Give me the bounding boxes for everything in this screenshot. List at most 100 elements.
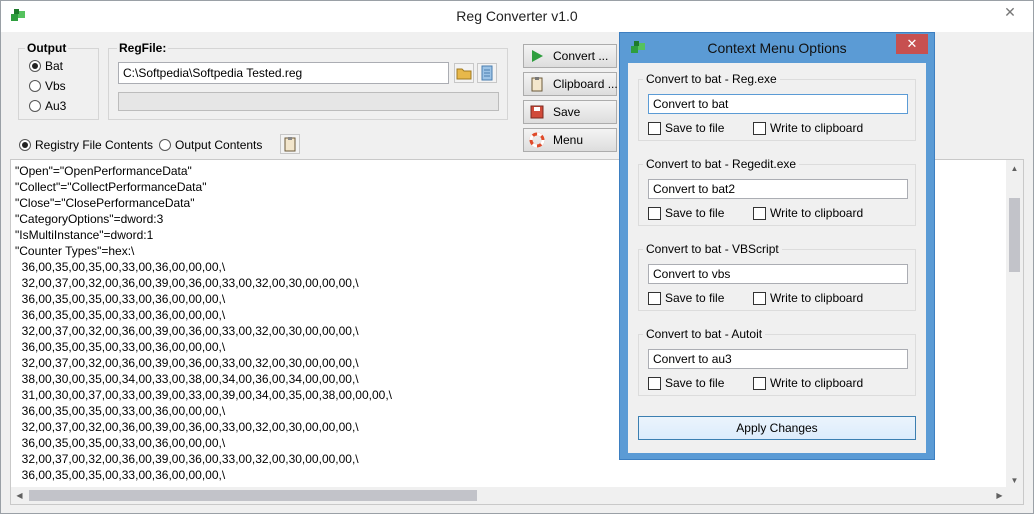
convert-button-label: Convert ... xyxy=(553,49,609,63)
checkbox-indicator[interactable] xyxy=(648,206,661,220)
horizontal-scroll-thumb[interactable] xyxy=(29,490,477,501)
code-lines: "Open"="OpenPerformanceData" "Collect"="C… xyxy=(15,163,392,483)
write-to-clipboard-checkbox[interactable]: Write to clipboard xyxy=(753,291,863,305)
code-line: 36,00,35,00,35,00,33,00,36,00,00,00,\ xyxy=(15,292,226,306)
regfile-path-input[interactable]: C:\Softpedia\Softpedia Tested.reg xyxy=(118,62,449,84)
code-line: "Open"="OpenPerformanceData" xyxy=(15,164,192,178)
code-line: 32,00,37,00,32,00,36,00,39,00,36,00,33,0… xyxy=(15,356,359,370)
vertical-scroll-thumb[interactable] xyxy=(1009,198,1020,272)
checkbox-label: Write to clipboard xyxy=(770,121,864,135)
output-legend: Output xyxy=(25,41,69,55)
checkbox-label: Write to clipboard xyxy=(770,376,864,390)
save-to-file-checkbox[interactable]: Save to file xyxy=(648,206,724,220)
menu-button-label: Menu xyxy=(553,133,584,147)
save-to-file-checkbox[interactable]: Save to file xyxy=(648,291,724,305)
radio-au3-indicator[interactable] xyxy=(29,100,41,112)
checkbox-label: Save to file xyxy=(665,206,725,220)
radio-bat-label: Bat xyxy=(45,59,64,73)
clipboard-icon xyxy=(284,137,296,152)
view-radio-output[interactable]: Output Contents xyxy=(159,138,262,152)
open-file-button[interactable] xyxy=(477,63,497,83)
code-line: 32,00,37,00,32,00,36,00,39,00,36,00,33,0… xyxy=(15,324,359,338)
output-radio-au3[interactable]: Au3 xyxy=(29,99,66,113)
title-bar: Reg Converter v1.0 ✕ xyxy=(1,1,1033,32)
code-line: 36,00,35,00,35,00,33,00,36,00,00,00,\ xyxy=(15,468,226,482)
clipboard-button-label: Clipboard ... xyxy=(553,77,618,91)
code-line: 38,00,30,00,35,00,34,00,33,00,38,00,34,0… xyxy=(15,372,359,386)
dialog-body: Convert to bat - Reg.exe Convert to bat … xyxy=(628,63,926,453)
code-line: 36,00,35,00,35,00,33,00,36,00,00,00,\ xyxy=(15,404,226,418)
save-to-file-checkbox[interactable]: Save to file xyxy=(648,376,724,390)
code-line: 31,00,30,00,37,00,33,00,39,00,33,00,39,0… xyxy=(15,388,392,402)
copy-contents-button[interactable] xyxy=(280,134,300,154)
option-group-legend: Convert to bat - VBScript xyxy=(643,242,782,256)
scroll-corner xyxy=(1006,487,1023,504)
folder-icon xyxy=(456,68,472,80)
code-line: 32,00,37,00,32,00,36,00,39,00,36,00,33,0… xyxy=(15,452,359,466)
checkbox-label: Write to clipboard xyxy=(770,291,864,305)
checkbox-label: Save to file xyxy=(665,291,725,305)
window-close-icon[interactable]: ✕ xyxy=(987,1,1033,23)
scroll-up-icon[interactable]: ▲ xyxy=(1006,160,1023,177)
dialog-title: Context Menu Options xyxy=(707,40,847,56)
code-line: "IsMultiInstance"=dword:1 xyxy=(15,228,154,242)
dialog-title-bar: Context Menu Options ✕ xyxy=(620,33,934,62)
document-icon xyxy=(481,65,493,81)
convert-button[interactable]: Convert ... xyxy=(523,44,617,68)
output-radio-vbs[interactable]: Vbs xyxy=(29,79,66,93)
radio-bat-indicator[interactable] xyxy=(29,60,41,72)
radio-output-label: Output Contents xyxy=(175,138,263,152)
option-group-legend: Convert to bat - Autoit xyxy=(643,327,766,341)
radio-vbs-indicator[interactable] xyxy=(29,80,41,92)
output-radio-bat[interactable]: Bat xyxy=(29,59,63,73)
code-line: 36,00,35,00,35,00,33,00,36,00,00,00,\ xyxy=(15,260,226,274)
dialog-close-icon[interactable]: ✕ xyxy=(896,34,928,54)
apply-changes-button[interactable]: Apply Changes xyxy=(638,416,916,440)
menu-button[interactable]: Menu xyxy=(523,128,617,152)
code-line: 32,00,37,00,32,00,36,00,39,00,36,00,33,0… xyxy=(15,276,359,290)
radio-registry-label: Registry File Contents xyxy=(35,138,154,152)
checkbox-indicator[interactable] xyxy=(648,121,661,135)
checkbox-indicator[interactable] xyxy=(648,291,661,305)
menu-text-input[interactable]: Convert to bat2 xyxy=(648,179,908,199)
option-group-autoit: Convert to bat - Autoit Convert to au3 S… xyxy=(638,327,916,396)
code-line: 32,00,37,00,32,00,36,00,39,00,36,00,33,0… xyxy=(15,420,359,434)
checkbox-indicator[interactable] xyxy=(753,376,766,390)
menu-text-input[interactable]: Convert to au3 xyxy=(648,349,908,369)
save-button-label: Save xyxy=(553,105,581,119)
radio-au3-label: Au3 xyxy=(45,99,67,113)
menu-text-input[interactable]: Convert to bat xyxy=(648,94,908,114)
save-button[interactable]: Save xyxy=(523,100,617,124)
code-line: "CategoryOptions"=dword:3 xyxy=(15,212,164,226)
save-to-file-checkbox[interactable]: Save to file xyxy=(648,121,724,135)
radio-output-indicator[interactable] xyxy=(159,139,171,151)
write-to-clipboard-checkbox[interactable]: Write to clipboard xyxy=(753,206,863,220)
conversion-progress-bar xyxy=(118,92,499,111)
lifebuoy-icon xyxy=(529,132,545,148)
vertical-scrollbar[interactable]: ▲ ▼ xyxy=(1006,160,1023,489)
checkbox-label: Save to file xyxy=(665,121,725,135)
option-group-vbscript: Convert to bat - VBScript Convert to vbs… xyxy=(638,242,916,311)
checkbox-indicator[interactable] xyxy=(753,206,766,220)
horizontal-scrollbar[interactable]: ◀ ▶ xyxy=(11,487,1008,504)
code-line: "Close"="ClosePerformanceData" xyxy=(15,196,195,210)
browse-folder-button[interactable] xyxy=(454,63,474,83)
checkbox-indicator[interactable] xyxy=(753,291,766,305)
view-radio-registry[interactable]: Registry File Contents xyxy=(19,138,153,152)
scroll-left-icon[interactable]: ◀ xyxy=(11,487,28,504)
window-title: Reg Converter v1.0 xyxy=(456,8,578,24)
option-group-reg-exe: Convert to bat - Reg.exe Convert to bat … xyxy=(638,72,916,141)
checkbox-indicator[interactable] xyxy=(648,376,661,390)
checkbox-indicator[interactable] xyxy=(753,121,766,135)
menu-text-input[interactable]: Convert to vbs xyxy=(648,264,908,284)
play-icon xyxy=(532,50,543,62)
checkbox-label: Save to file xyxy=(665,376,725,390)
option-group-legend: Convert to bat - Reg.exe xyxy=(643,72,780,86)
option-group-legend: Convert to bat - Regedit.exe xyxy=(643,157,800,171)
context-menu-options-dialog: Context Menu Options ✕ Convert to bat - … xyxy=(619,32,935,460)
clipboard-button[interactable]: Clipboard ... xyxy=(523,72,618,96)
write-to-clipboard-checkbox[interactable]: Write to clipboard xyxy=(753,376,863,390)
code-line: "Collect"="CollectPerformanceData" xyxy=(15,180,207,194)
write-to-clipboard-checkbox[interactable]: Write to clipboard xyxy=(753,121,863,135)
radio-registry-indicator[interactable] xyxy=(19,139,31,151)
